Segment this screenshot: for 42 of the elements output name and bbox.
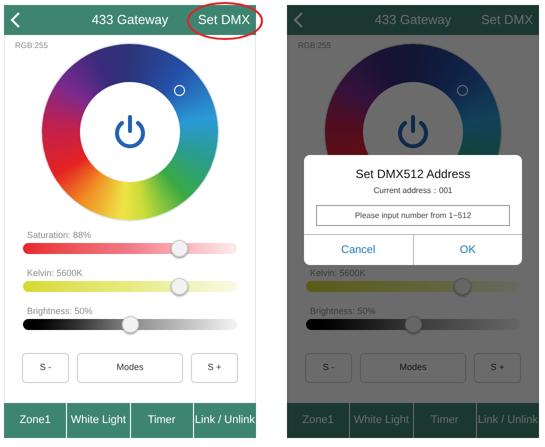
- tab[interactable]: Zone1: [4, 403, 68, 438]
- tab[interactable]: Link / Unlink: [194, 403, 256, 438]
- slider-track[interactable]: [306, 319, 520, 330]
- back-icon[interactable]: [10, 12, 22, 28]
- slider-thumb[interactable]: [405, 316, 422, 333]
- mode-button[interactable]: S -: [22, 353, 69, 383]
- slider-track[interactable]: [23, 319, 237, 330]
- tab[interactable]: White Light: [350, 403, 414, 438]
- dialog-button[interactable]: OK: [414, 235, 522, 265]
- mode-button[interactable]: S +: [191, 353, 238, 383]
- dialog-subtitle: Current address：001: [374, 185, 452, 197]
- tab[interactable]: Zone1: [287, 403, 350, 438]
- mode-button[interactable]: Modes: [360, 353, 466, 383]
- slider-track[interactable]: [23, 243, 237, 254]
- tab[interactable]: Timer: [130, 403, 194, 438]
- tab[interactable]: White Light: [67, 403, 130, 438]
- screen-title: 433 Gateway: [374, 11, 452, 30]
- set-dmx-button[interactable]: Set DMX: [480, 10, 533, 30]
- power-icon[interactable]: [396, 114, 430, 150]
- slider-track[interactable]: [23, 281, 237, 292]
- address-input-field[interactable]: Please input number from 1~512: [316, 205, 510, 226]
- dialog-title: Set DMX512 Address: [356, 166, 470, 183]
- slider-track[interactable]: [306, 281, 520, 292]
- slider-label: Brightness: 50%: [26, 305, 94, 317]
- screen-title: 433 Gateway: [92, 11, 168, 30]
- slider-thumb[interactable]: [122, 316, 139, 333]
- color-picker-handle[interactable]: [457, 85, 468, 96]
- back-icon[interactable]: [293, 12, 305, 28]
- mode-button[interactable]: Modes: [77, 353, 183, 383]
- slider-label: Kelvin: 5600K: [26, 267, 84, 279]
- color-picker-handle[interactable]: [174, 85, 185, 96]
- slider-thumb[interactable]: [171, 240, 188, 257]
- slider-thumb[interactable]: [454, 278, 472, 295]
- mode-button[interactable]: S +: [474, 353, 521, 383]
- rgb-label: RGB:255: [15, 41, 48, 51]
- dialog-button[interactable]: Cancel: [304, 235, 414, 265]
- slider-thumb[interactable]: [171, 278, 188, 295]
- slider-label: Saturation: 88%: [26, 229, 92, 241]
- power-icon[interactable]: [113, 114, 147, 150]
- tab[interactable]: Link / Unlink: [476, 403, 539, 438]
- tab[interactable]: Timer: [414, 403, 477, 438]
- mode-button[interactable]: S -: [305, 353, 352, 383]
